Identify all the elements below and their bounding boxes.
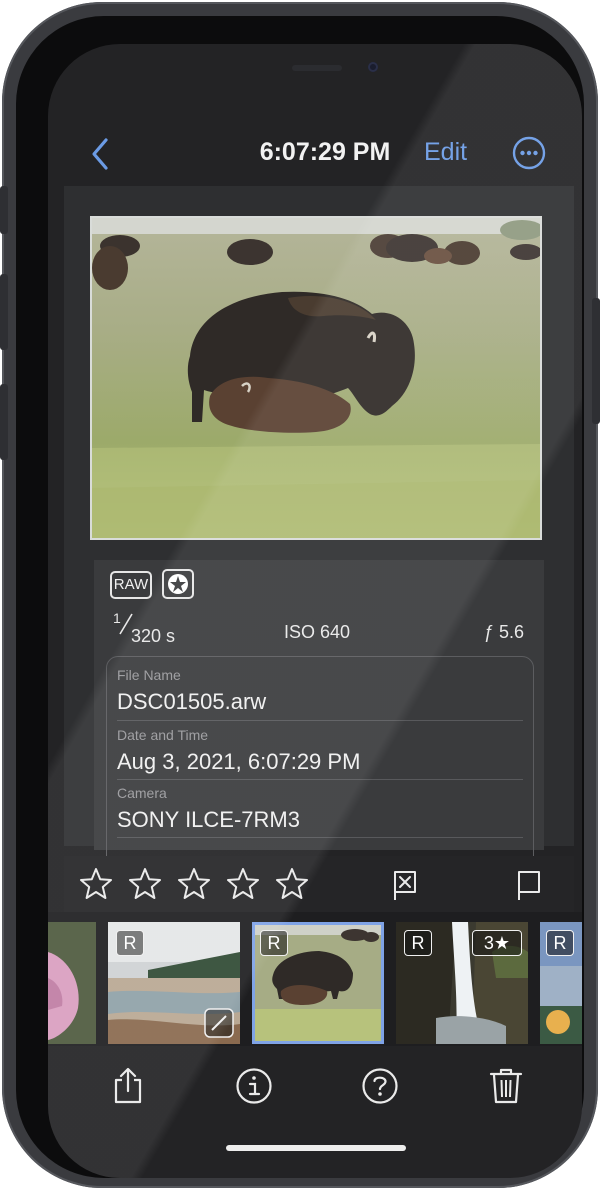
share-icon[interactable]	[108, 1066, 148, 1106]
thumbnail-landscape[interactable]: R	[540, 922, 582, 1044]
back-chevron-icon	[92, 138, 108, 170]
volume-down-button	[0, 384, 8, 460]
divider	[117, 720, 523, 721]
front-camera	[368, 62, 378, 72]
file-name-value: DSC01505.arw	[117, 689, 267, 714]
thumbnail-bison-selected[interactable]: R	[252, 922, 384, 1044]
filmstrip: R R R 3★ R	[48, 912, 582, 1046]
info-icon[interactable]	[234, 1066, 274, 1106]
trash-icon[interactable]	[486, 1066, 526, 1106]
flag-icon[interactable]	[514, 868, 544, 902]
volume-up-button	[0, 274, 8, 350]
date-time-label: Date and Time	[117, 727, 209, 743]
star-outline-icon[interactable]	[274, 866, 310, 902]
photo-time-title: 6:07:29 PM	[259, 138, 391, 166]
screen: 6:07:29 PM Edit RAW 1 320 s ISO 640 ƒ 5.…	[48, 44, 582, 1178]
edit-button[interactable]: Edit	[424, 138, 467, 167]
raw-badge: R	[116, 930, 144, 956]
star-outline-icon[interactable]	[176, 866, 212, 902]
shutter-speed: 320 s	[131, 626, 176, 646]
main-photo[interactable]	[92, 218, 540, 538]
star-rating-badge: 3★	[472, 930, 522, 956]
camera-label: Camera	[117, 785, 167, 801]
star-outline-icon[interactable]	[127, 866, 163, 902]
details-list: File Name DSC01505.arw Date and Time Aug…	[106, 656, 534, 878]
back-button[interactable]	[86, 132, 116, 176]
raw-format-badge: RAW	[110, 571, 152, 599]
rating-bar	[64, 856, 574, 912]
thumbnail-flower[interactable]	[48, 922, 96, 1044]
star-outline-icon[interactable]	[78, 866, 114, 902]
star-outline-icon[interactable]	[225, 866, 261, 902]
divider	[117, 837, 523, 838]
power-button	[592, 298, 600, 424]
navigation-bar: 6:07:29 PM Edit	[48, 132, 582, 176]
raw-badge: R	[546, 930, 574, 956]
more-ellipsis-icon	[512, 136, 546, 170]
silent-switch	[0, 186, 8, 234]
camera-lens-badge	[162, 569, 194, 599]
bezel: 6:07:29 PM Edit RAW 1 320 s ISO 640 ƒ 5.…	[16, 16, 584, 1178]
aperture-icon	[168, 574, 188, 594]
date-time-value: Aug 3, 2021, 6:07:29 PM	[117, 749, 361, 774]
phone-frame: 6:07:29 PM Edit RAW 1 320 s ISO 640 ƒ 5.…	[0, 2, 600, 1188]
more-button[interactable]	[512, 136, 546, 170]
thumbnail-hot-spring[interactable]: R	[108, 922, 240, 1044]
iso-value: ISO 640	[284, 622, 351, 642]
earpiece-speaker	[292, 65, 342, 71]
raw-badge: R	[404, 930, 432, 956]
aperture-value: ƒ 5.6	[484, 622, 525, 642]
raw-badge: R	[260, 930, 288, 956]
camera-value: SONY ILCE-7RM3	[117, 807, 300, 832]
divider	[117, 779, 523, 780]
thumbnail-waterfall[interactable]: R 3★	[396, 922, 528, 1044]
home-indicator[interactable]	[226, 1145, 406, 1151]
file-name-label: File Name	[117, 667, 181, 683]
flower-thumbnail-image	[48, 922, 96, 1044]
bison-photo	[92, 218, 540, 538]
help-icon[interactable]	[360, 1066, 400, 1106]
bottom-toolbar	[48, 1054, 582, 1124]
reject-flag-icon[interactable]	[390, 868, 420, 902]
edited-icon	[204, 1008, 234, 1038]
